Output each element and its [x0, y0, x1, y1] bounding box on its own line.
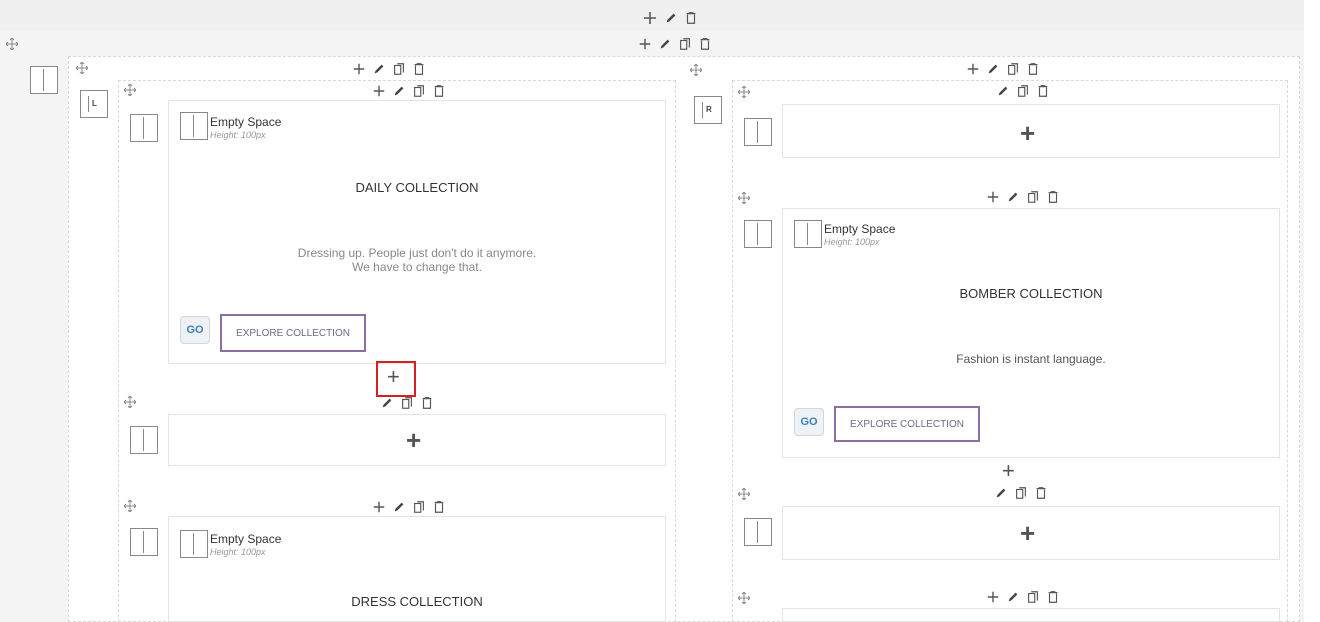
- plus-icon[interactable]: [372, 84, 386, 98]
- pencil-icon[interactable]: [1006, 590, 1020, 604]
- move-icon[interactable]: [124, 500, 136, 512]
- copy-icon[interactable]: [1014, 486, 1028, 500]
- pencil-icon[interactable]: [664, 11, 678, 25]
- add-element-plus-icon[interactable]: +: [1020, 120, 1035, 146]
- trash-icon[interactable]: [1036, 84, 1050, 98]
- heading-dress-collection: DRESS COLLECTION: [351, 594, 483, 609]
- empty-space-title: Empty Space: [210, 532, 282, 546]
- inner-row-layout-button[interactable]: [744, 118, 772, 146]
- plus-icon[interactable]: +: [1002, 460, 1015, 482]
- trash-icon[interactable]: [698, 37, 712, 51]
- trash-icon[interactable]: [1046, 590, 1060, 604]
- explore-collection-button[interactable]: EXPLORE COLLECTION: [834, 406, 980, 442]
- column-controls-left: [352, 62, 426, 76]
- trash-icon[interactable]: [684, 11, 698, 25]
- empty-space-title: Empty Space: [824, 222, 896, 236]
- empty-space-icon: [180, 530, 208, 558]
- plus-icon[interactable]: [352, 62, 366, 76]
- inner-column-card: [782, 608, 1280, 622]
- inner-row-layout-button[interactable]: [130, 528, 158, 556]
- section-controls: [638, 37, 712, 51]
- copy-icon[interactable]: [400, 396, 414, 410]
- heading-daily-collection: DAILY COLLECTION: [355, 180, 479, 195]
- plus-icon[interactable]: [986, 590, 1000, 604]
- pencil-icon[interactable]: [996, 84, 1010, 98]
- move-icon[interactable]: [738, 592, 750, 604]
- empty-space-height: Height: 100px: [824, 237, 880, 247]
- pencil-icon[interactable]: [986, 62, 1000, 76]
- trash-icon[interactable]: [1046, 190, 1060, 204]
- copy-icon[interactable]: [1016, 84, 1030, 98]
- inner-row-layout-button[interactable]: [130, 426, 158, 454]
- plus-icon[interactable]: [966, 62, 980, 76]
- inner-row-controls: [986, 190, 1060, 204]
- inner-row-controls: [996, 84, 1050, 98]
- move-icon[interactable]: [738, 86, 750, 98]
- pencil-icon[interactable]: [392, 500, 406, 514]
- inner-row-controls: [372, 500, 446, 514]
- explore-collection-button[interactable]: EXPLORE COLLECTION: [220, 314, 366, 352]
- trash-icon[interactable]: [1026, 62, 1040, 76]
- empty-space-title: Empty Space: [210, 115, 282, 129]
- pencil-icon[interactable]: [1006, 190, 1020, 204]
- move-icon[interactable]: [6, 38, 18, 50]
- trash-icon[interactable]: [420, 396, 434, 410]
- pencil-icon[interactable]: [658, 37, 672, 51]
- copy-icon[interactable]: [412, 84, 426, 98]
- column-tag-right[interactable]: R: [694, 96, 722, 124]
- copy-icon[interactable]: [392, 62, 406, 76]
- paragraph-line1: Dressing up. People just don't do it any…: [297, 246, 537, 260]
- empty-space-icon: [180, 112, 208, 140]
- plus-icon[interactable]: [638, 37, 652, 51]
- pencil-icon[interactable]: [392, 84, 406, 98]
- copy-icon[interactable]: [1026, 590, 1040, 604]
- copy-icon[interactable]: [1026, 190, 1040, 204]
- inner-row-layout-button[interactable]: [744, 220, 772, 248]
- plus-icon[interactable]: [372, 500, 386, 514]
- empty-space-height: Height: 100px: [210, 547, 266, 557]
- pencil-icon[interactable]: [994, 486, 1008, 500]
- pencil-icon[interactable]: [380, 396, 394, 410]
- move-icon[interactable]: [738, 192, 750, 204]
- inner-row-controls: [986, 590, 1060, 604]
- inner-row-layout-button[interactable]: [744, 518, 772, 546]
- inner-row-controls: [372, 84, 446, 98]
- plus-icon[interactable]: +: [387, 366, 400, 388]
- plus-icon[interactable]: [986, 190, 1000, 204]
- move-icon[interactable]: [690, 64, 702, 76]
- column-controls-right: [966, 62, 1040, 76]
- paragraph: Fashion is instant language.: [956, 352, 1106, 366]
- pencil-icon[interactable]: [372, 62, 386, 76]
- go-badge[interactable]: GO: [180, 316, 210, 344]
- add-element-plus-icon[interactable]: +: [406, 427, 421, 453]
- inner-row-layout-button[interactable]: [130, 114, 158, 142]
- heading-bomber-collection: BOMBER COLLECTION: [959, 286, 1103, 301]
- column-tag-left[interactable]: L: [80, 90, 108, 118]
- move-icon[interactable]: [124, 396, 136, 408]
- empty-space-height: Height: 100px: [210, 130, 266, 140]
- move-icon[interactable]: [124, 84, 136, 96]
- copy-icon[interactable]: [678, 37, 692, 51]
- copy-icon[interactable]: [1006, 62, 1020, 76]
- empty-space-icon: [794, 220, 822, 248]
- add-element-plus-icon[interactable]: +: [1020, 520, 1035, 546]
- row-controls: [642, 10, 698, 26]
- copy-icon[interactable]: [412, 500, 426, 514]
- row-layout-button[interactable]: [30, 66, 58, 94]
- trash-icon[interactable]: [412, 62, 426, 76]
- plus-icon[interactable]: [642, 10, 658, 26]
- trash-icon[interactable]: [432, 500, 446, 514]
- scrollbar-track[interactable]: [1304, 0, 1320, 622]
- inner-row-controls: [994, 486, 1048, 500]
- trash-icon[interactable]: [432, 84, 446, 98]
- inner-row-controls: [380, 396, 434, 410]
- move-icon[interactable]: [738, 488, 750, 500]
- go-badge[interactable]: GO: [794, 408, 824, 436]
- move-icon[interactable]: [76, 62, 88, 74]
- trash-icon[interactable]: [1034, 486, 1048, 500]
- paragraph-line2: We have to change that.: [352, 260, 482, 274]
